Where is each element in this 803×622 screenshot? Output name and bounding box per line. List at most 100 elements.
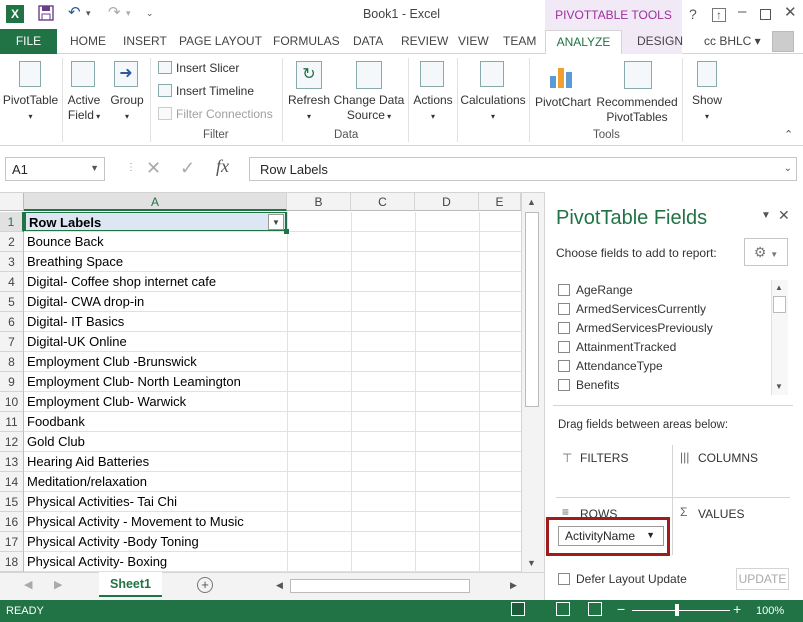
normal-view-icon[interactable] bbox=[511, 602, 525, 616]
hscroll-right-icon[interactable]: ▶ bbox=[510, 580, 517, 591]
update-button[interactable]: UPDATE bbox=[736, 568, 789, 590]
row-header[interactable]: 12 bbox=[0, 432, 24, 452]
cancel-icon[interactable]: ✕ bbox=[146, 158, 161, 179]
scroll-up-icon[interactable]: ▲ bbox=[527, 197, 536, 207]
active-field-button[interactable]: Active Field ▾ bbox=[63, 93, 105, 124]
tab-data[interactable]: DATA bbox=[353, 34, 383, 48]
tab-home[interactable]: HOME bbox=[70, 34, 106, 48]
rows-field-activityname[interactable]: ActivityName ▼ bbox=[558, 526, 664, 546]
page-break-view-icon[interactable] bbox=[588, 602, 602, 616]
pane-close-icon[interactable]: ✕ bbox=[778, 207, 790, 224]
tab-file[interactable]: FILE bbox=[0, 29, 57, 54]
field-checkbox[interactable] bbox=[558, 379, 570, 391]
calculations-button[interactable]: Calculations ▾ bbox=[458, 93, 528, 124]
field-scroll-up-icon[interactable]: ▲ bbox=[775, 283, 783, 292]
row-header[interactable]: 3 bbox=[0, 252, 24, 272]
select-all-corner[interactable] bbox=[0, 193, 24, 211]
table-row[interactable]: Foodbank bbox=[24, 412, 287, 432]
tab-view[interactable]: VIEW bbox=[458, 34, 489, 48]
zoom-level[interactable]: 100% bbox=[756, 605, 784, 617]
ribbon-display-icon[interactable]: ↑ bbox=[712, 8, 726, 22]
table-row[interactable]: Digital- CWA drop-in bbox=[24, 292, 287, 312]
row-labels-filter-button[interactable]: ▼ bbox=[268, 214, 284, 230]
pivottable-button[interactable]: PivotTable ▾ bbox=[0, 93, 61, 124]
page-layout-view-icon[interactable] bbox=[556, 602, 570, 616]
field-item[interactable]: AttainmentTracked bbox=[558, 340, 676, 354]
row-header[interactable]: 8 bbox=[0, 352, 24, 372]
name-box[interactable]: A1 ▼ bbox=[5, 157, 105, 181]
fill-handle[interactable] bbox=[284, 229, 289, 234]
row-header[interactable]: 7 bbox=[0, 332, 24, 352]
tab-page-layout[interactable]: PAGE LAYOUT bbox=[179, 34, 262, 48]
collapse-ribbon-icon[interactable]: ⌃ bbox=[784, 128, 793, 141]
user-account[interactable]: cc BHLC ▾ bbox=[704, 34, 761, 48]
column-header-a[interactable]: A bbox=[24, 193, 287, 211]
scroll-left-icon[interactable]: ◀ bbox=[24, 578, 32, 591]
zoom-in-icon[interactable]: + bbox=[733, 601, 741, 617]
field-checkbox[interactable] bbox=[558, 322, 570, 334]
row-header[interactable]: 14 bbox=[0, 472, 24, 492]
formula-input[interactable]: Row Labels ⌄ bbox=[249, 157, 797, 181]
insert-timeline-button[interactable]: Insert Timeline bbox=[176, 84, 254, 98]
field-checkbox[interactable] bbox=[558, 303, 570, 315]
table-row[interactable]: Meditation/relaxation bbox=[24, 472, 287, 492]
field-item[interactable]: ArmedServicesCurrently bbox=[558, 302, 706, 316]
row-header[interactable]: 9 bbox=[0, 372, 24, 392]
scroll-thumb[interactable] bbox=[525, 212, 539, 407]
row-header[interactable]: 2 bbox=[0, 232, 24, 252]
new-sheet-icon[interactable]: + bbox=[197, 577, 213, 593]
zoom-out-icon[interactable]: − bbox=[617, 601, 625, 617]
row-header[interactable]: 10 bbox=[0, 392, 24, 412]
hscroll-thumb[interactable] bbox=[290, 579, 470, 593]
row-labels-cell[interactable]: Row Labels bbox=[24, 212, 287, 232]
close-icon[interactable]: ✕ bbox=[784, 3, 797, 21]
table-row[interactable]: Physical Activity -Body Toning bbox=[24, 532, 287, 552]
table-row[interactable]: Breathing Space bbox=[24, 252, 287, 272]
help-icon[interactable]: ? bbox=[689, 6, 697, 22]
table-row[interactable]: Physical Activity - Movement to Music bbox=[24, 512, 287, 532]
row-header[interactable]: 17 bbox=[0, 532, 24, 552]
row-header[interactable]: 11 bbox=[0, 412, 24, 432]
row-header[interactable]: 18 bbox=[0, 552, 24, 572]
field-scroll-thumb[interactable] bbox=[773, 296, 786, 313]
row-header[interactable]: 6 bbox=[0, 312, 24, 332]
field-checkbox[interactable] bbox=[558, 284, 570, 296]
scroll-down-icon[interactable]: ▼ bbox=[527, 558, 536, 568]
table-row[interactable]: Gold Club bbox=[24, 432, 287, 452]
restore-icon[interactable] bbox=[760, 9, 771, 20]
enter-icon[interactable]: ✓ bbox=[180, 158, 195, 179]
table-row[interactable]: Digital- IT Basics bbox=[24, 312, 287, 332]
table-row[interactable]: Bounce Back bbox=[24, 232, 287, 252]
field-item[interactable]: AgeRange bbox=[558, 283, 633, 297]
column-header-b[interactable]: B bbox=[287, 193, 351, 211]
table-row[interactable]: Hearing Aid Batteries bbox=[24, 452, 287, 472]
row-header[interactable]: 4 bbox=[0, 272, 24, 292]
actions-button[interactable]: Actions ▾ bbox=[409, 93, 457, 124]
field-settings-button[interactable]: ⚙ ▼ bbox=[744, 238, 788, 266]
column-header-e[interactable]: E bbox=[479, 193, 521, 211]
table-row[interactable]: Physical Activities- Tai Chi bbox=[24, 492, 287, 512]
field-checkbox[interactable] bbox=[558, 341, 570, 353]
table-row[interactable]: Employment Club- Warwick bbox=[24, 392, 287, 412]
row-header[interactable]: 5 bbox=[0, 292, 24, 312]
field-scroll-down-icon[interactable]: ▼ bbox=[775, 382, 783, 391]
tab-analyze[interactable]: ANALYZE bbox=[545, 30, 622, 55]
zoom-slider[interactable] bbox=[632, 610, 730, 611]
tab-formulas[interactable]: FORMULAS bbox=[273, 34, 340, 48]
refresh-button[interactable]: Refresh ▾ bbox=[286, 93, 332, 124]
table-row[interactable]: Employment Club -Brunswick bbox=[24, 352, 287, 372]
pane-options-icon[interactable]: ▼ bbox=[761, 210, 771, 221]
minimize-icon[interactable]: – bbox=[738, 3, 746, 20]
user-avatar[interactable] bbox=[772, 31, 794, 52]
table-row[interactable]: Employment Club- North Leamington bbox=[24, 372, 287, 392]
tab-review[interactable]: REVIEW bbox=[401, 34, 448, 48]
row-header[interactable]: 1 bbox=[0, 212, 24, 232]
field-item[interactable]: AttendanceType bbox=[558, 359, 663, 373]
insert-function-icon[interactable]: fx bbox=[216, 156, 229, 177]
sheet-tab-sheet1[interactable]: Sheet1 bbox=[99, 572, 162, 597]
field-checkbox[interactable] bbox=[558, 360, 570, 372]
change-data-source-button[interactable]: Change Data Source ▾ bbox=[332, 93, 406, 124]
field-item[interactable]: ArmedServicesPreviously bbox=[558, 321, 713, 335]
defer-layout-checkbox[interactable]: Defer Layout Update bbox=[558, 572, 687, 586]
row-header[interactable]: 15 bbox=[0, 492, 24, 512]
